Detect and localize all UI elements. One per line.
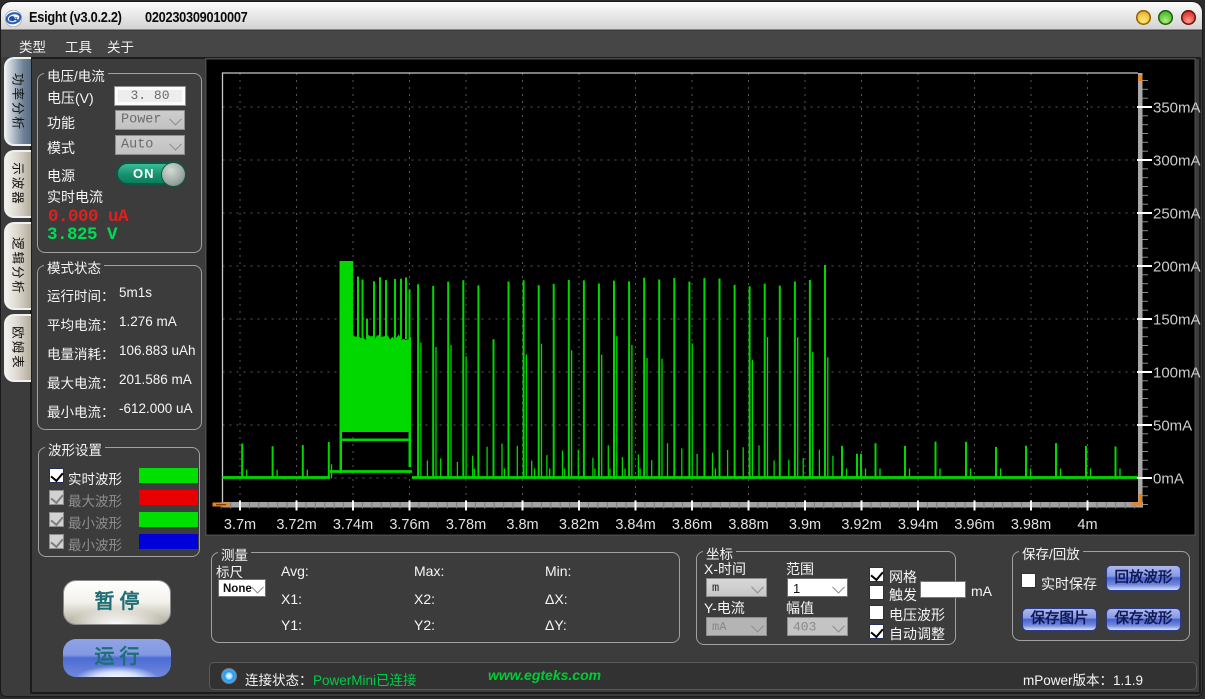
svg-text:4m: 4m [1077, 517, 1097, 533]
svg-text:3.72m: 3.72m [276, 517, 316, 533]
svg-text:3.78m: 3.78m [446, 517, 486, 533]
svg-text:0mA: 0mA [1153, 471, 1184, 488]
svg-text:3.9m: 3.9m [789, 517, 821, 533]
svg-text:200mA: 200mA [1153, 259, 1201, 276]
svg-text:3.86m: 3.86m [672, 517, 712, 533]
svg-text:3.92m: 3.92m [841, 517, 881, 533]
svg-text:3.74m: 3.74m [333, 517, 373, 533]
svg-text:EGT: EGT [9, 16, 18, 21]
svg-text:3.98m: 3.98m [1011, 517, 1051, 533]
svg-text:250mA: 250mA [1153, 206, 1201, 223]
svg-text:3.94m: 3.94m [898, 517, 938, 533]
svg-text:100mA: 100mA [1153, 365, 1201, 382]
svg-text:350mA: 350mA [1153, 100, 1201, 117]
svg-text:3.8m: 3.8m [506, 517, 538, 533]
svg-text:50mA: 50mA [1153, 418, 1192, 435]
svg-text:300mA: 300mA [1153, 153, 1201, 170]
svg-text:3.76m: 3.76m [389, 517, 429, 533]
svg-text:3.96m: 3.96m [954, 517, 994, 533]
svg-text:3.82m: 3.82m [559, 517, 599, 533]
svg-text:150mA: 150mA [1153, 312, 1201, 329]
svg-text:3.84m: 3.84m [615, 517, 655, 533]
svg-text:3.7m: 3.7m [224, 517, 256, 533]
svg-text:3.88m: 3.88m [728, 517, 768, 533]
